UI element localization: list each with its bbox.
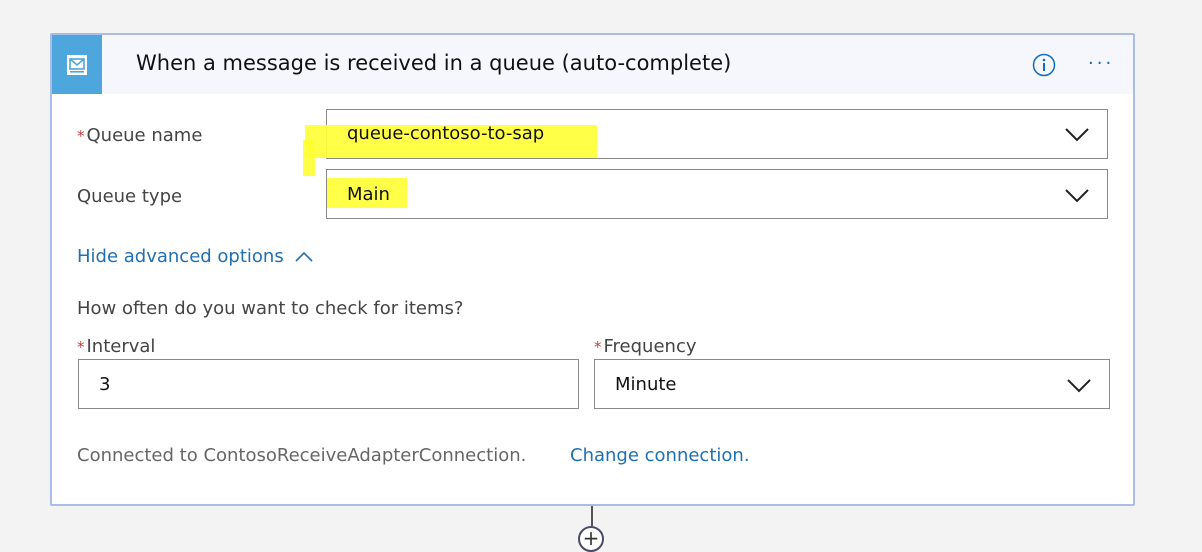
frequency-select[interactable]: Minute: [594, 359, 1110, 409]
info-icon[interactable]: [1032, 53, 1056, 77]
add-step-button[interactable]: +: [578, 526, 604, 552]
chevron-up-icon: [295, 251, 314, 262]
check-frequency-question: How often do you want to check for items…: [77, 298, 464, 319]
required-marker: *: [77, 338, 85, 356]
queue-type-select[interactable]: Main: [326, 169, 1108, 219]
interval-label: * Interval: [77, 336, 156, 357]
chevron-down-icon[interactable]: [1065, 128, 1089, 142]
highlight-mark: [303, 140, 315, 176]
interval-input[interactable]: 3: [78, 359, 579, 409]
more-options-icon[interactable]: ···: [1088, 55, 1114, 73]
queue-name-value: queue-contoso-to-sap: [347, 123, 545, 144]
frequency-value: Minute: [615, 374, 677, 395]
required-marker: *: [77, 127, 85, 145]
queue-type-label: Queue type: [77, 186, 183, 207]
flow-connector: [591, 506, 593, 526]
connection-status: Connected to ContosoReceiveAdapterConnec…: [77, 445, 527, 466]
required-marker: *: [594, 338, 602, 356]
trigger-card: When a message is received in a queue (a…: [50, 33, 1135, 506]
queue-type-value: Main: [347, 184, 390, 205]
frequency-label: * Frequency: [594, 336, 697, 357]
queue-name-label: * Queue name: [77, 125, 203, 146]
card-title: When a message is received in a queue (a…: [136, 51, 732, 75]
service-bus-message-icon: [52, 35, 102, 94]
hide-advanced-options-link[interactable]: Hide advanced options: [77, 246, 314, 267]
change-connection-link[interactable]: Change connection.: [570, 445, 750, 466]
chevron-down-icon[interactable]: [1067, 379, 1091, 393]
interval-value: 3: [99, 374, 111, 395]
queue-name-select[interactable]: queue-contoso-to-sap: [303, 109, 1108, 176]
card-header[interactable]: When a message is received in a queue (a…: [52, 35, 1133, 94]
chevron-down-icon[interactable]: [1065, 189, 1089, 203]
